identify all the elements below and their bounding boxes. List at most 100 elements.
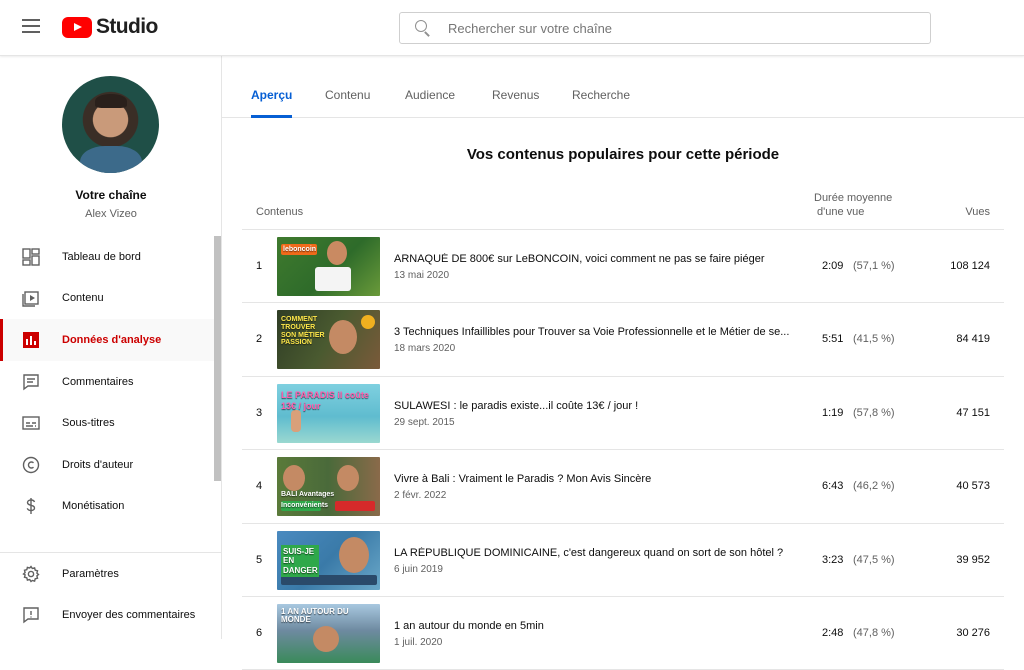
table-row[interactable]: 3 LE PARADIS il coûte 13€ / jour SULAWES… <box>242 377 1004 451</box>
thumbnail-text: BALI Avantages Inconvénients <box>281 490 335 509</box>
views-count: 108 124 <box>950 260 990 272</box>
video-thumbnail[interactable]: SUIS-JE EN DANGER <box>277 530 380 590</box>
sidebar-item-subtitles[interactable]: Sous-titres <box>0 402 214 444</box>
video-date: 6 juin 2019 <box>394 563 443 575</box>
sidebar-item-analytics[interactable]: Données d'analyse <box>0 319 214 361</box>
sidebar: Votre chaîne Alex Vizeo Tableau de bord … <box>0 56 222 639</box>
settings-icon <box>22 565 40 583</box>
sidebar-item-label: Contenu <box>62 292 104 305</box>
video-title[interactable]: LA RÉPUBLIQUE DOMINICAINE, c'est dangere… <box>394 547 804 559</box>
comments-icon <box>23 373 39 390</box>
video-date: 18 mars 2020 <box>394 343 456 355</box>
search-box[interactable] <box>399 12 931 44</box>
tab-revenue[interactable]: Revenus <box>492 88 539 118</box>
tab-audience[interactable]: Audience <box>405 88 455 118</box>
video-title[interactable]: ARNAQUÉ DE 800€ sur LeBONCOIN, voici com… <box>394 253 804 265</box>
video-thumbnail[interactable]: 1 AN AUTOUR DU MONDE <box>277 603 380 663</box>
sidebar-item-content[interactable]: Contenu <box>0 278 214 320</box>
sidebar-item-label: Tableau de bord <box>62 250 141 263</box>
sidebar-item-label: Envoyer des commentaires <box>62 609 196 622</box>
row-rank: 2 <box>256 333 263 346</box>
studio-logo[interactable]: Studio <box>62 15 158 39</box>
column-header-duration-line1: Durée moyenne <box>814 192 893 204</box>
avg-view-duration: 2:48 <box>822 626 844 639</box>
views-count: 84 419 <box>956 333 990 346</box>
sidebar-bottom-nav: Paramètres Envoyer des commentaires <box>0 553 222 636</box>
thumbnail-text: SUIS-JE EN DANGER <box>281 544 319 578</box>
views-count: 30 276 <box>956 626 990 639</box>
main-content: Aperçu Contenu Audience Revenus Recherch… <box>222 56 1024 670</box>
column-header-content: Contenus <box>256 206 304 218</box>
sidebar-item-label: Données d'analyse <box>62 333 162 346</box>
row-rank: 3 <box>256 406 263 419</box>
views-count: 39 952 <box>956 553 990 566</box>
sidebar-item-copyright[interactable]: Droits d'auteur <box>0 444 214 486</box>
avg-view-percent: (46,2 %) <box>853 480 895 493</box>
table-row[interactable]: 1 leboncoin ARNAQUÉ DE 800€ sur LeBONCOI… <box>242 230 1004 304</box>
video-thumbnail[interactable]: LE PARADIS il coûte 13€ / jour <box>277 383 380 443</box>
column-header-views: Vues <box>965 206 990 218</box>
avg-view-percent: (47,8 %) <box>853 626 895 639</box>
sidebar-item-label: Droits d'auteur <box>62 458 134 471</box>
avg-view-duration: 1:19 <box>822 406 844 419</box>
avg-view-duration: 2:09 <box>822 260 844 272</box>
sidebar-item-feedback[interactable]: Envoyer des commentaires <box>0 595 222 637</box>
column-header-duration-line2: d'une vue <box>817 206 865 218</box>
section-title: Vos contenus populaires pour cette pério… <box>466 146 780 163</box>
avg-view-percent: (47,5 %) <box>853 553 895 566</box>
dashboard-icon <box>22 248 40 266</box>
thumbnail-text: LE PARADIS il coûte 13€ / jour <box>281 389 369 412</box>
feedback-icon <box>23 607 39 624</box>
sidebar-item-label: Monétisation <box>62 500 125 513</box>
video-date: 29 sept. 2015 <box>394 416 455 428</box>
avg-view-duration: 5:51 <box>822 333 844 346</box>
sidebar-item-dashboard[interactable]: Tableau de bord <box>0 236 214 278</box>
video-title[interactable]: Vivre à Bali : Vraiment le Paradis ? Mon… <box>394 473 804 485</box>
thumbnail-text: COMMENT TROUVER SON MÉTIER PASSION <box>281 316 325 347</box>
video-thumbnail[interactable]: COMMENT TROUVER SON MÉTIER PASSION <box>277 310 380 370</box>
video-title[interactable]: 1 an autour du monde en 5min <box>394 620 804 632</box>
avg-view-percent: (57,8 %) <box>853 406 895 419</box>
channel-title: Votre chaîne <box>75 188 147 202</box>
video-thumbnail[interactable]: BALI Avantages Inconvénients <box>277 457 380 517</box>
search-icon[interactable] <box>415 20 431 36</box>
table-row[interactable]: 6 1 AN AUTOUR DU MONDE 1 an autour du mo… <box>242 597 1004 670</box>
tab-overview[interactable]: Aperçu <box>251 88 293 118</box>
thumbnail-text: 1 AN AUTOUR DU MONDE <box>281 606 349 624</box>
row-rank: 6 <box>256 626 263 639</box>
youtube-logo-icon <box>62 16 92 38</box>
tab-research[interactable]: Recherche <box>572 88 630 118</box>
monetization-icon <box>26 498 36 515</box>
avg-view-percent: (41,5 %) <box>853 333 895 346</box>
sidebar-item-label: Paramètres <box>62 567 119 580</box>
sidebar-scrollbar[interactable] <box>214 236 221 481</box>
top-content-table: 1 leboncoin ARNAQUÉ DE 800€ sur LeBONCOI… <box>242 230 1004 670</box>
row-rank: 1 <box>256 260 263 272</box>
tab-content[interactable]: Contenu <box>325 88 370 118</box>
row-rank: 4 <box>256 480 263 493</box>
thumbnail-text: leboncoin <box>283 246 317 253</box>
sidebar-item-label: Sous-titres <box>62 417 115 430</box>
sidebar-item-comments[interactable]: Commentaires <box>0 361 214 403</box>
sidebar-item-settings[interactable]: Paramètres <box>0 553 222 595</box>
table-row[interactable]: 5 SUIS-JE EN DANGER LA RÉPUBLIQUE DOMINI… <box>242 524 1004 597</box>
video-title[interactable]: 3 Techniques Infaillibles pour Trouver s… <box>394 326 804 338</box>
table-row[interactable]: 4 BALI Avantages Inconvénients Vivre à B… <box>242 450 1004 524</box>
avg-view-duration: 3:23 <box>822 553 844 566</box>
avg-view-duration: 6:43 <box>822 480 844 493</box>
menu-icon[interactable] <box>22 19 40 33</box>
sidebar-item-monetization[interactable]: Monétisation <box>0 486 214 528</box>
table-row[interactable]: 2 COMMENT TROUVER SON MÉTIER PASSION 3 T… <box>242 303 1004 377</box>
search-input[interactable] <box>448 20 908 36</box>
channel-avatar[interactable] <box>62 76 159 173</box>
video-date: 2 févr. 2022 <box>394 490 447 502</box>
video-thumbnail[interactable]: leboncoin <box>277 237 380 296</box>
views-count: 40 573 <box>956 480 990 493</box>
views-count: 47 151 <box>956 406 990 419</box>
channel-name: Alex Vizeo <box>85 208 137 220</box>
analytics-tabs: Aperçu Contenu Audience Revenus Recherch… <box>222 56 1024 118</box>
subtitles-icon <box>22 416 40 430</box>
row-rank: 5 <box>256 553 263 566</box>
video-title[interactable]: SULAWESI : le paradis existe...il coûte … <box>394 400 804 412</box>
analytics-icon <box>23 331 39 348</box>
